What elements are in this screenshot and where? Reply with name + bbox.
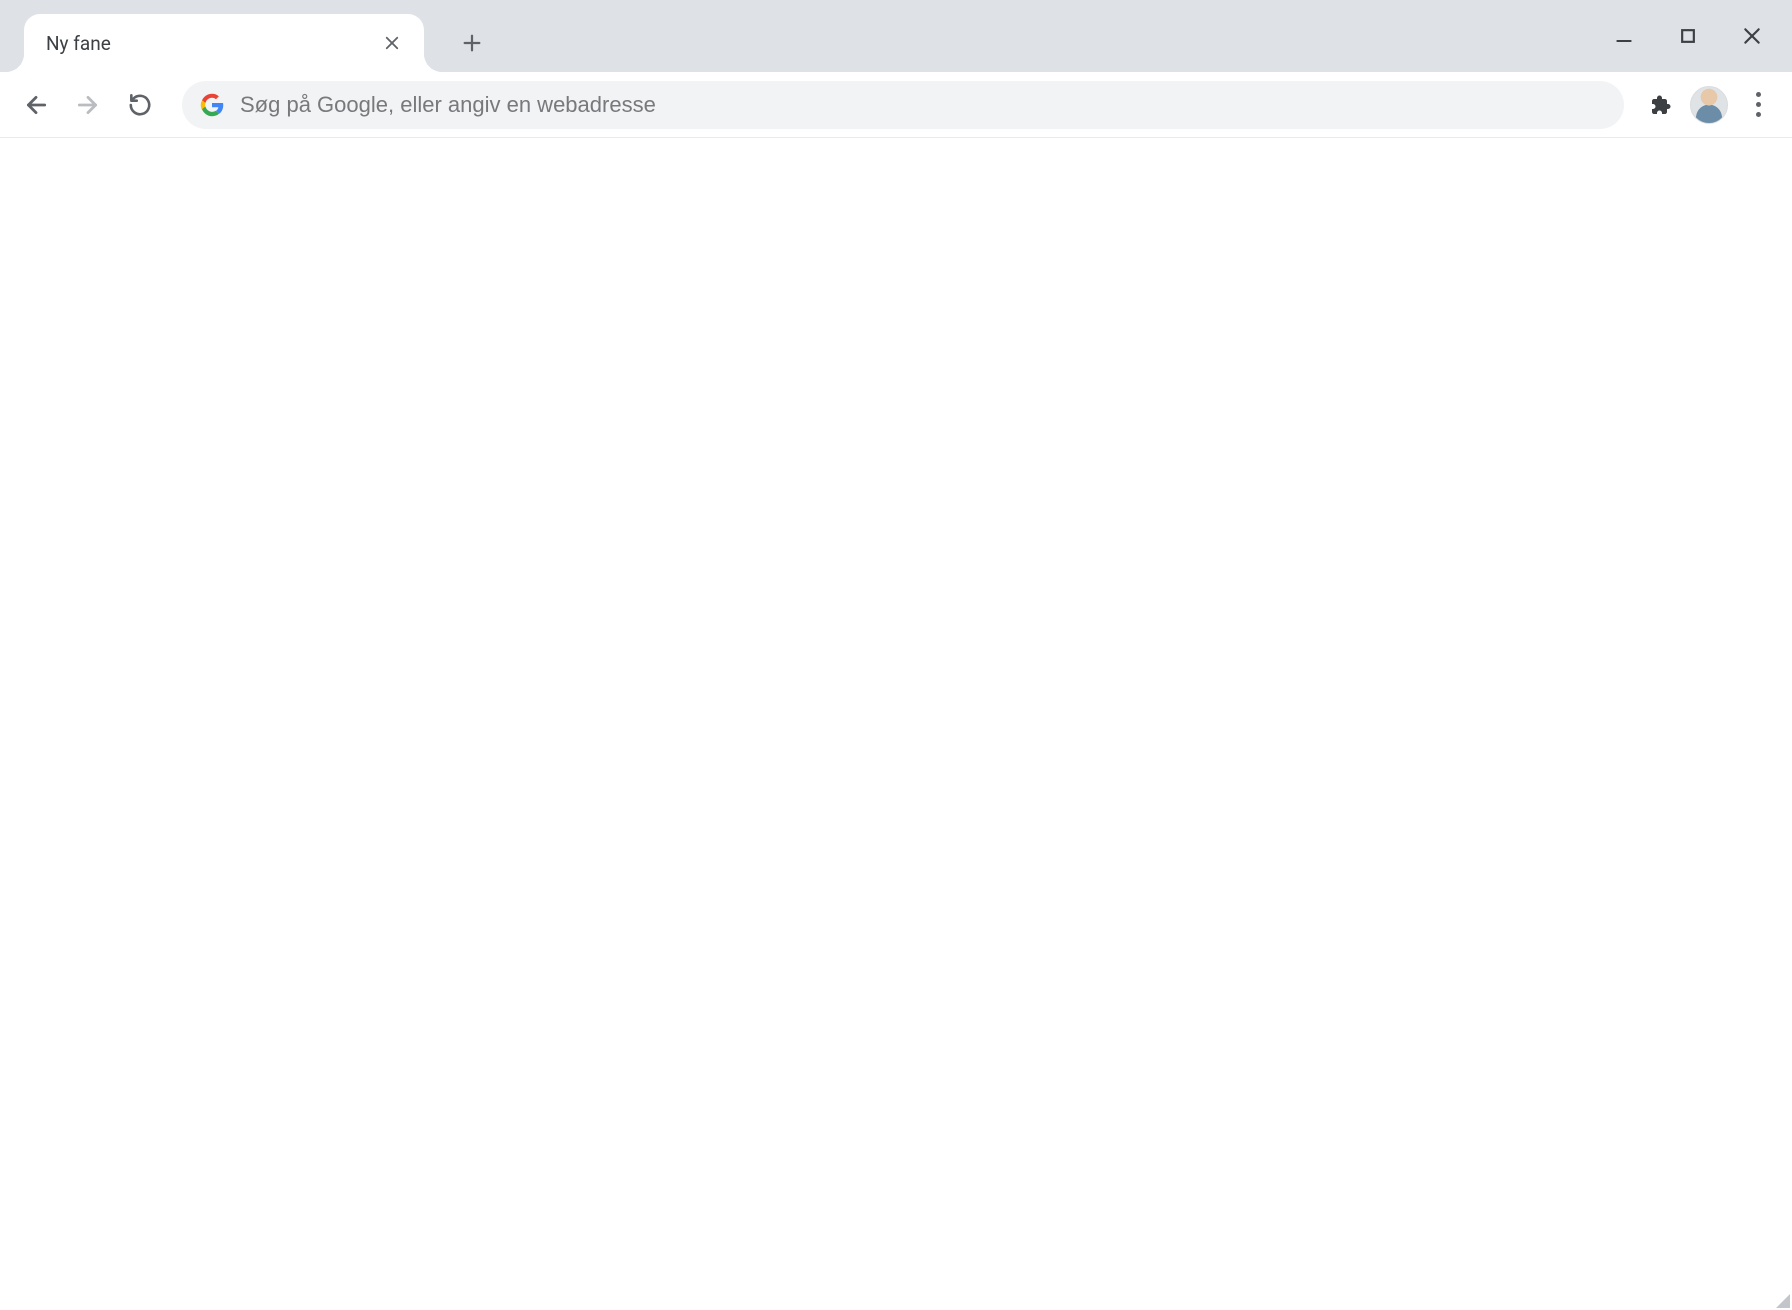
nav-reload-button[interactable]	[116, 81, 164, 129]
tab-title: Ny fane	[46, 32, 370, 55]
reload-icon	[127, 92, 153, 118]
tab-close-button[interactable]	[378, 29, 406, 57]
arrow-left-icon	[23, 92, 49, 118]
window-controls	[1592, 0, 1784, 72]
plus-icon	[461, 32, 483, 54]
maximize-icon	[1678, 26, 1698, 46]
tab-strip: Ny fane	[0, 0, 1792, 72]
new-tab-button[interactable]	[450, 21, 494, 65]
omnibox[interactable]	[182, 81, 1624, 129]
extensions-button[interactable]	[1638, 83, 1682, 127]
tab-active[interactable]: Ny fane	[24, 14, 424, 72]
window-minimize-button[interactable]	[1592, 8, 1656, 64]
puzzle-piece-icon	[1648, 93, 1672, 117]
resize-grip[interactable]	[1776, 1294, 1790, 1308]
main-menu-button[interactable]	[1736, 83, 1780, 127]
window-maximize-button[interactable]	[1656, 8, 1720, 64]
minimize-icon	[1614, 26, 1634, 46]
google-g-icon	[200, 93, 224, 117]
window-close-button[interactable]	[1720, 8, 1784, 64]
close-icon	[1742, 26, 1762, 46]
page-content	[0, 138, 1792, 1310]
arrow-right-icon	[75, 92, 101, 118]
toolbar	[0, 72, 1792, 138]
close-icon	[383, 34, 401, 52]
kebab-menu-icon	[1756, 92, 1761, 117]
nav-forward-button[interactable]	[64, 81, 112, 129]
nav-back-button[interactable]	[12, 81, 60, 129]
profile-avatar-button[interactable]	[1690, 86, 1728, 124]
address-search-input[interactable]	[240, 92, 1606, 118]
